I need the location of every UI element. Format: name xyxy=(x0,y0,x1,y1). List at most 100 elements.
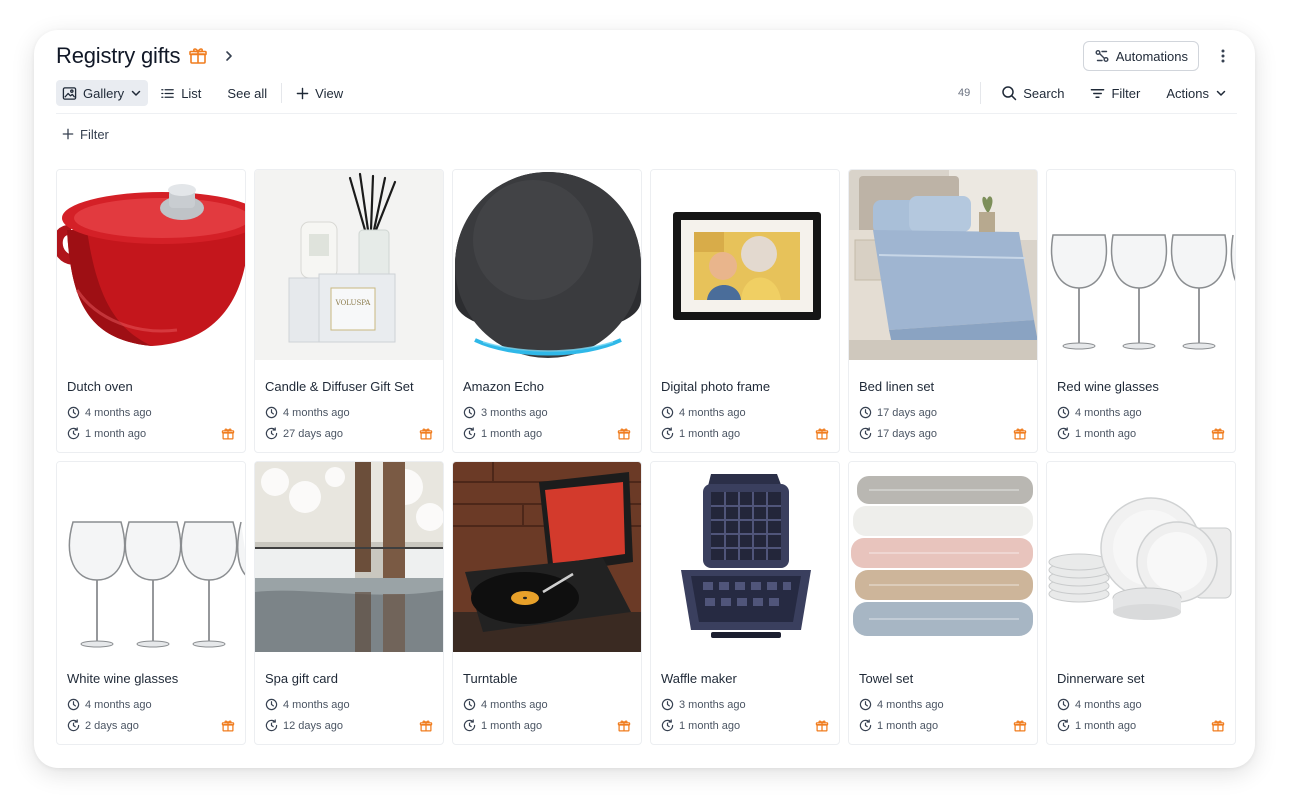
gallery-card[interactable]: Towel set 4 months ago 1 month ago xyxy=(848,461,1038,745)
more-options-icon[interactable] xyxy=(1213,46,1233,66)
updated-meta: 1 month ago xyxy=(661,427,740,440)
gallery-grid: Dutch oven 4 months ago 1 month ago VOLU… xyxy=(56,169,1236,745)
created-meta: 4 months ago xyxy=(1057,698,1142,711)
plus-icon xyxy=(296,87,309,100)
updated-meta: 17 days ago xyxy=(859,427,937,440)
search-label: Search xyxy=(1023,85,1065,101)
gallery-card[interactable]: Dutch oven 4 months ago 1 month ago xyxy=(56,169,246,453)
clock-icon xyxy=(859,406,872,419)
automations-label: Automations xyxy=(1115,48,1188,64)
dinnerware-image xyxy=(1047,462,1235,652)
created-time: 3 months ago xyxy=(679,698,746,711)
see-all-button[interactable]: See all xyxy=(221,80,273,106)
header-actions: Automations xyxy=(1082,41,1233,71)
page-header: Registry gifts Automations xyxy=(56,36,1233,76)
red-wine-glasses-image xyxy=(1047,170,1235,360)
automations-button[interactable]: Automations xyxy=(1082,41,1199,71)
created-meta: 4 months ago xyxy=(67,406,152,419)
updated-time: 1 month ago xyxy=(1075,719,1137,732)
plus-icon xyxy=(62,128,74,140)
gallery-card[interactable]: Dinnerware set 4 months ago 1 month ago xyxy=(1046,461,1236,745)
chevron-right-icon[interactable] xyxy=(222,49,236,63)
chevron-down-icon xyxy=(1215,87,1227,99)
add-filter-label: Filter xyxy=(80,126,109,142)
gift-icon xyxy=(221,719,235,733)
created-time: 4 months ago xyxy=(679,406,746,419)
created-meta: 4 months ago xyxy=(67,698,152,711)
gallery-card[interactable]: White wine glasses 4 months ago 2 days a… xyxy=(56,461,246,745)
gallery-card[interactable]: Red wine glasses 4 months ago 1 month ag… xyxy=(1046,169,1236,453)
actions-button[interactable]: Actions xyxy=(1160,80,1233,106)
gallery-view-button[interactable]: Gallery xyxy=(56,80,149,106)
clock-icon xyxy=(859,698,872,711)
updated-meta: 1 month ago xyxy=(661,719,740,732)
updated-time: 1 month ago xyxy=(1075,427,1137,440)
created-meta: 3 months ago xyxy=(463,406,548,419)
gallery-card[interactable]: Turntable 4 months ago 1 month ago xyxy=(452,461,642,745)
item-name: Bed linen set xyxy=(859,379,935,394)
page-title: Registry gifts xyxy=(56,43,181,68)
gallery-card[interactable]: Spa gift card 4 months ago 12 days ago xyxy=(254,461,444,745)
actions-label: Actions xyxy=(1166,85,1209,101)
toolbar-divider-line xyxy=(56,113,1237,114)
gallery-card[interactable]: Waffle maker 3 months ago 1 month ago xyxy=(650,461,840,745)
add-filter-button[interactable]: Filter xyxy=(62,125,109,143)
item-name: Waffle maker xyxy=(661,671,737,686)
towel-set-image xyxy=(849,462,1037,652)
created-time: 4 months ago xyxy=(85,406,152,419)
gift-icon xyxy=(617,719,631,733)
amazon-echo-image xyxy=(453,170,641,360)
created-meta: 4 months ago xyxy=(859,698,944,711)
add-view-button[interactable]: View xyxy=(290,80,349,106)
updated-clock-icon xyxy=(859,427,872,440)
created-time: 4 months ago xyxy=(283,406,350,419)
chevron-down-icon xyxy=(130,87,142,99)
updated-meta: 1 month ago xyxy=(67,427,146,440)
updated-clock-icon xyxy=(463,427,476,440)
gift-icon xyxy=(617,427,631,441)
gift-icon xyxy=(815,427,829,441)
view-toolbar: Gallery List See all View 49 Search Filt… xyxy=(56,80,1233,106)
gift-icon xyxy=(1013,719,1027,733)
gift-icon xyxy=(1211,427,1225,441)
updated-meta: 2 days ago xyxy=(67,719,139,732)
created-meta: 17 days ago xyxy=(859,406,937,419)
filter-label: Filter xyxy=(1111,85,1141,101)
gallery-card[interactable]: VOLUSPA Candle & Diffuser Gift Set 4 mon… xyxy=(254,169,444,453)
gift-icon xyxy=(221,427,235,441)
gift-icon xyxy=(419,427,433,441)
image-icon xyxy=(62,86,77,101)
created-time: 4 months ago xyxy=(877,698,944,711)
gallery-card[interactable]: Bed linen set 17 days ago 17 days ago xyxy=(848,169,1038,453)
gallery-card[interactable]: Amazon Echo 3 months ago 1 month ago xyxy=(452,169,642,453)
bed-linen-image xyxy=(849,170,1037,360)
updated-meta: 1 month ago xyxy=(463,719,542,732)
updated-meta: 12 days ago xyxy=(265,719,343,732)
gallery-card[interactable]: Digital photo frame 4 months ago 1 month… xyxy=(650,169,840,453)
list-view-button[interactable]: List xyxy=(154,80,207,106)
updated-time: 27 days ago xyxy=(283,427,343,440)
updated-time: 2 days ago xyxy=(85,719,139,732)
automations-icon xyxy=(1094,48,1110,64)
created-time: 4 months ago xyxy=(1075,406,1142,419)
item-name: Digital photo frame xyxy=(661,379,771,394)
white-wine-glasses-image xyxy=(57,462,245,652)
updated-clock-icon xyxy=(265,719,278,732)
updated-meta: 1 month ago xyxy=(463,427,542,440)
search-button[interactable]: Search xyxy=(995,80,1070,106)
filter-button[interactable]: Filter xyxy=(1084,80,1146,106)
clock-icon xyxy=(265,698,278,711)
created-time: 4 months ago xyxy=(85,698,152,711)
item-name: Dutch oven xyxy=(67,379,133,394)
clock-icon xyxy=(661,698,674,711)
add-view-label: View xyxy=(315,85,344,101)
waffle-maker-image xyxy=(651,462,839,652)
item-name: Turntable xyxy=(463,671,518,686)
item-name: Amazon Echo xyxy=(463,379,544,394)
list-icon xyxy=(160,86,175,101)
created-time: 4 months ago xyxy=(1075,698,1142,711)
created-meta: 4 months ago xyxy=(265,406,350,419)
candle-diffuser-image: VOLUSPA xyxy=(255,170,443,360)
photo-frame-image xyxy=(651,170,839,360)
updated-clock-icon xyxy=(661,719,674,732)
